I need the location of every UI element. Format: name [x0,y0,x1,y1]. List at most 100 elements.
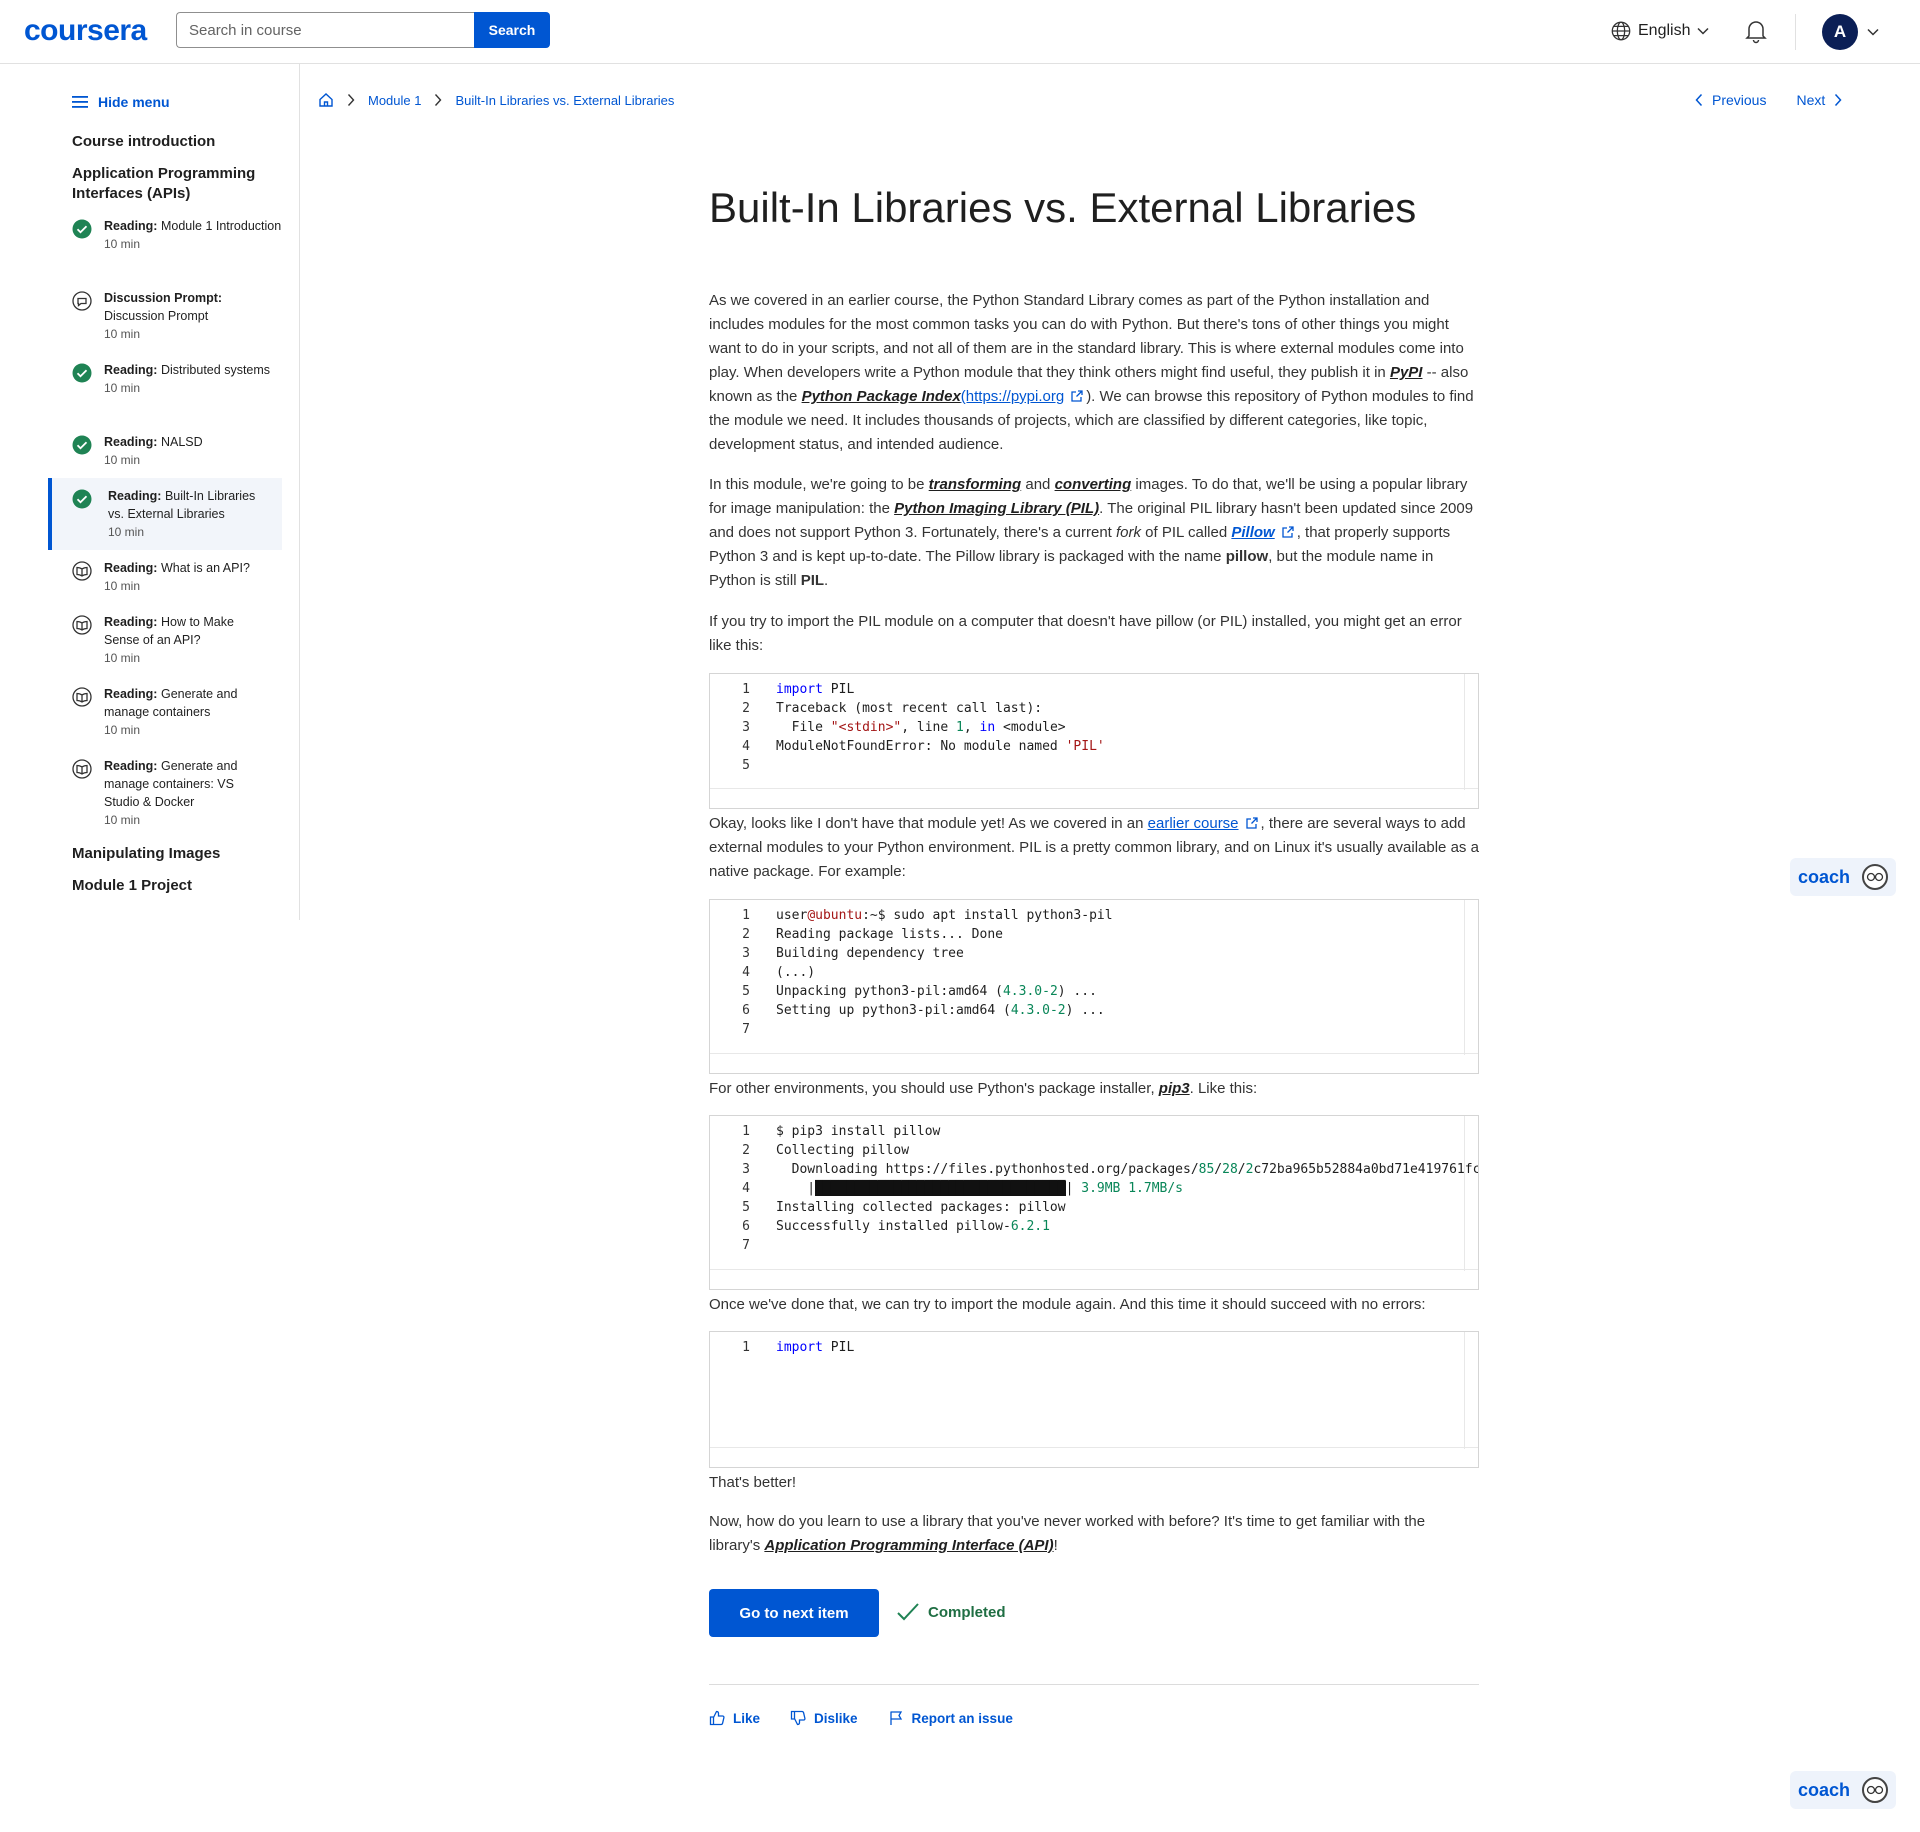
previous-button[interactable]: Previous [1694,92,1766,108]
check-circle-icon [72,489,92,509]
home-icon[interactable] [318,92,334,108]
code-block-apt-install: 1 user@ubuntu:~$ sudo apt install python3… [709,899,1479,1074]
paragraph-3: If you try to import the PIL module on a… [709,613,1462,654]
go-to-next-item-button[interactable]: Go to next item [709,1589,879,1637]
check-circle-icon [72,219,92,239]
book-icon [72,561,92,581]
vertical-scrollbar[interactable] [1464,674,1478,790]
sidebar-item-generate-and-manage-containers[interactable]: Reading: Generate and manage containers … [48,685,248,739]
code-line: 1 $ pip3 install pillow [742,1124,941,1139]
pil-link[interactable]: Python Imaging Library (PIL) [894,500,1099,517]
python-package-index-link[interactable]: Python Package Index [802,388,961,405]
code-line: 3 Downloading https://files.pythonhosted… [742,1162,1478,1177]
coach-button-bottom[interactable]: coach [1790,1771,1896,1809]
course-sidebar: Hide menu Course introduction Applicatio… [48,64,300,920]
paragraph-4: Okay, looks like I don't have that modul… [709,815,1479,880]
sidebar-item-module-1-introduction[interactable]: Reading: Module 1 Introduction 10 min [48,217,282,253]
header-divider [1795,14,1796,50]
sidebar-item-what-is-an-api[interactable]: Reading: What is an API? 10 min [48,559,282,595]
book-icon [72,615,92,635]
item-duration: 10 min [108,525,145,539]
code-block-import-error: 1 import PIL 2 Traceback (most recent call… [709,673,1479,809]
pillow-link[interactable]: Pillow [1231,524,1274,541]
coach-icon [1862,1777,1889,1803]
chevron-left-icon [1695,93,1703,107]
coach-button[interactable]: coach [1790,858,1896,896]
language-label: English [1638,22,1691,39]
item-duration: 10 min [104,651,141,665]
flag-icon [889,1711,902,1725]
breadcrumb-module[interactable]: Module 1 [368,93,421,108]
vertical-scrollbar[interactable] [1464,1332,1478,1449]
transforming-link[interactable]: transforming [929,476,1022,493]
book-icon [72,687,92,707]
globe-icon [1611,21,1631,41]
check-circle-icon [72,435,92,455]
search-input[interactable] [176,12,474,48]
breadcrumb-current[interactable]: Built-In Libraries vs. External Librarie… [455,93,674,108]
hide-menu-button[interactable]: Hide menu [72,94,170,110]
sidebar-item-how-to-make-sense-of-an-api[interactable]: Reading: How to Make Sense of an API? 10… [48,613,248,667]
horizontal-scrollbar[interactable] [710,1447,1478,1467]
chevron-right-icon [435,94,442,106]
code-line: 4 (...) [742,965,816,980]
check-circle-icon [72,363,92,383]
chevron-right-icon [347,94,355,106]
code-line: 5 Unpacking python3-pil:amd64 (4.3.0-2) .… [742,984,1097,999]
sidebar-item-containers-vs-studio-docker[interactable]: Reading: Generate and manage containers:… [48,757,248,829]
api-link[interactable]: Application Programming Interface (API) [764,1537,1053,1554]
horizontal-scrollbar[interactable] [710,1269,1478,1289]
menu-icon [72,96,88,108]
chevron-down-icon [1867,28,1879,36]
section-module-1-project[interactable]: Module 1 Project [72,876,272,896]
dislike-button[interactable]: Dislike [790,1710,858,1726]
reading-content: Built-In Libraries vs. External Librarie… [709,182,1479,234]
code-line: 6 Successfully installed pillow-6.2.1 [742,1219,1050,1234]
coursera-logo[interactable]: coursera [24,14,147,48]
converting-link[interactable]: converting [1055,476,1132,493]
paragraph-6: Once we've done that, we can try to impo… [709,1296,1426,1313]
sidebar-item-discussion-prompt[interactable]: Discussion Prompt: Discussion Prompt 10 … [48,289,282,343]
vertical-scrollbar[interactable] [1464,1116,1478,1271]
notifications-button[interactable] [1744,18,1768,49]
paragraph-5: For other environments, you should use P… [709,1080,1258,1097]
next-button[interactable]: Next [1796,92,1843,108]
horizontal-scrollbar[interactable] [710,788,1478,808]
paragraph-8: Now, how do you learn to use a library t… [709,1513,1426,1554]
footer-divider [709,1684,1479,1685]
external-link-icon [1245,817,1258,829]
account-menu[interactable]: A [1822,14,1880,50]
section-apis[interactable]: Application Programming Interfaces (APIs… [72,164,272,204]
code-line: 4 |████████████████████████████████| 3.9… [742,1181,1183,1196]
item-duration: 10 min [104,453,141,467]
sidebar-item-built-in-libraries[interactable]: Reading: Built-In Libraries vs. External… [48,478,282,550]
code-block-import-success: 1 import PIL [709,1331,1479,1468]
code-line: 1 import PIL [742,682,855,697]
paragraph-2: In this module, we're going to be transf… [709,476,1474,589]
item-duration: 10 min [104,381,141,395]
pypi-url-link[interactable]: (https://pypi.org [961,388,1064,405]
bell-icon [1745,21,1767,44]
sidebar-item-distributed-systems[interactable]: Reading: Distributed systems 10 min [48,361,282,397]
section-course-introduction[interactable]: Course introduction [72,132,272,152]
vertical-scrollbar[interactable] [1464,900,1478,1055]
code-line: 7 [742,1022,750,1037]
pypi-link[interactable]: PyPI [1390,364,1423,381]
paragraph-7: That's better! [709,1474,797,1491]
item-duration: 10 min [104,327,141,341]
earlier-course-link[interactable]: earlier course [1148,815,1239,832]
code-line: 5 Installing collected packages: pillow [742,1200,1066,1215]
language-selector[interactable]: English [1610,20,1710,42]
code-line: 6 Setting up python3-pil:amd64 (4.3.0-2) … [742,1003,1105,1018]
like-button[interactable]: Like [709,1710,760,1726]
report-issue-button[interactable]: Report an issue [888,1710,1013,1726]
sidebar-item-nalsd[interactable]: Reading: NALSD 10 min [48,433,282,469]
horizontal-scrollbar[interactable] [710,1053,1478,1073]
chevron-right-icon [1835,93,1842,107]
item-duration: 10 min [104,813,141,827]
external-link-icon [1071,390,1083,402]
section-manipulating-images[interactable]: Manipulating Images [72,844,272,864]
pip3-link[interactable]: pip3 [1159,1080,1190,1097]
search-button[interactable]: Search [474,12,550,48]
discussion-icon [72,291,92,311]
